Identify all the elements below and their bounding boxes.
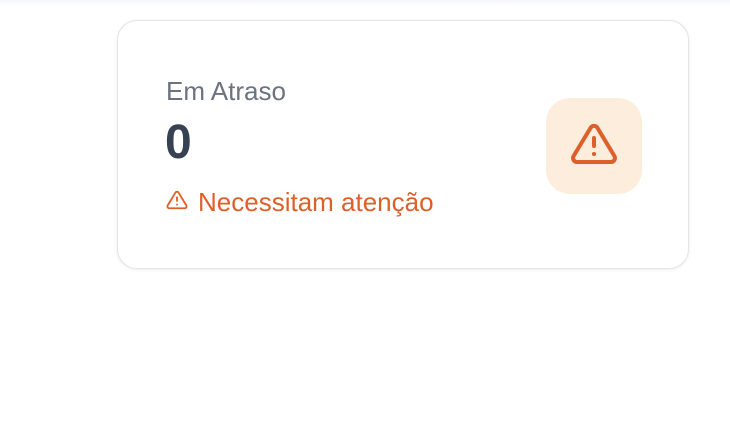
- stat-note: Necessitam atenção: [166, 187, 434, 217]
- stat-label: Em Atraso: [166, 76, 286, 106]
- stat-value: 0: [165, 116, 192, 169]
- warning-icon-badge: [546, 98, 642, 194]
- warning-triangle-small-icon: [166, 187, 198, 217]
- top-divider: [0, 0, 730, 6]
- stat-note-text: Necessitam atenção: [198, 187, 434, 217]
- warning-triangle-icon: [570, 120, 618, 173]
- overdue-stat-card: Em Atraso 0 Necessitam atenção: [117, 20, 689, 269]
